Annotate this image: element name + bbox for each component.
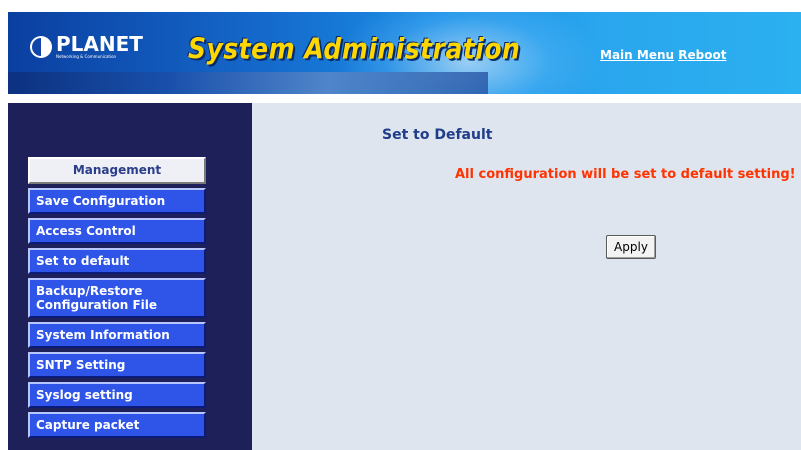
planet-logo: PLANET Networking & Communication <box>30 34 143 60</box>
reboot-link[interactable]: Reboot <box>678 48 726 62</box>
menu-item-backup-restore[interactable]: Backup/Restore Configuration File <box>28 278 206 318</box>
page-title: Set to Default <box>382 127 493 143</box>
reset-warning: All configuration will be set to default… <box>455 167 796 182</box>
menu-item-save-configuration[interactable]: Save Configuration <box>28 188 206 214</box>
menu-item-sntp-setting[interactable]: SNTP Setting <box>28 352 206 378</box>
menu-item-syslog-setting[interactable]: Syslog setting <box>28 382 206 408</box>
planet-logo-icon <box>30 36 52 58</box>
menu-item-set-to-default[interactable]: Set to default <box>28 248 206 274</box>
planet-logo-text: PLANET Networking & Communication <box>56 34 143 60</box>
menu-item-capture-packet[interactable]: Capture packet <box>28 412 206 438</box>
brand-tagline: Networking & Communication <box>56 54 117 59</box>
banner-ground <box>8 72 488 94</box>
header-banner: PLANET Networking & Communication System… <box>8 12 801 94</box>
management-menu: Management Save Configuration Access Con… <box>28 157 206 438</box>
header-title: System Administration <box>188 32 521 66</box>
menu-item-system-information[interactable]: System Information <box>28 322 206 348</box>
top-links: Main Menu Reboot <box>600 48 726 62</box>
sidebar: Management Save Configuration Access Con… <box>8 103 252 450</box>
brand-name: PLANET <box>56 32 143 56</box>
main-content: Set to Default All configuration will be… <box>252 103 801 450</box>
apply-button[interactable]: Apply <box>606 235 656 259</box>
main-menu-link[interactable]: Main Menu <box>600 48 674 62</box>
menu-section-title: Management <box>28 157 206 184</box>
menu-item-access-control[interactable]: Access Control <box>28 218 206 244</box>
